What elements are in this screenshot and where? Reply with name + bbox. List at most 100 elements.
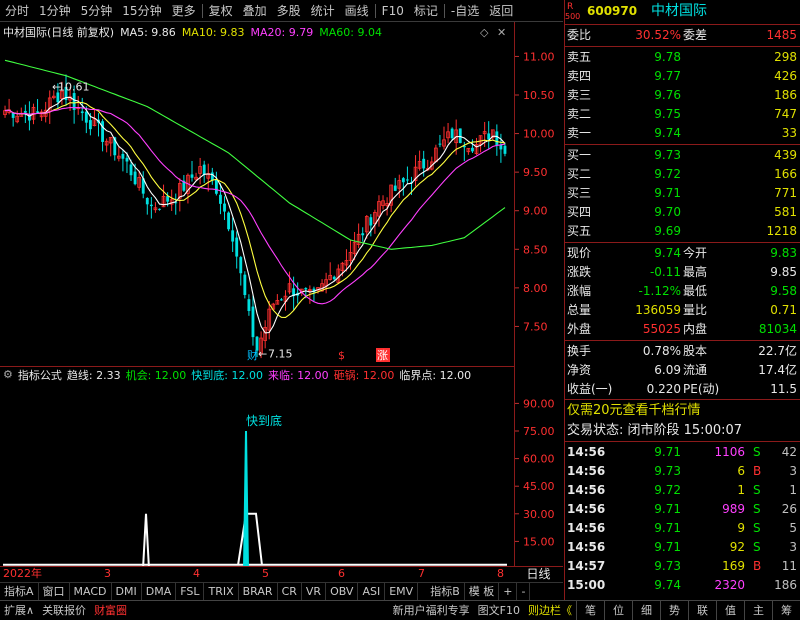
tick-volume: 9	[737, 521, 745, 535]
candle-body	[438, 143, 442, 145]
status-bar: 扩展∧ 关联报价 财富圈 新用户福利专享 图文F10 则边栏《笔位细势联值主筹	[0, 600, 800, 620]
tick-time: 14:56	[567, 540, 606, 554]
indicator-tab-16[interactable]: -	[517, 582, 531, 601]
toolbar-btn-1[interactable]: 1分钟	[34, 0, 76, 22]
toolbar-btn-11[interactable]: 标记	[409, 0, 443, 22]
status-right-2[interactable]: 则边栏《	[524, 601, 576, 620]
ll-value: 来临: 12.00	[267, 368, 329, 382]
tick-price: 9.71	[654, 540, 681, 554]
nav-tab-0[interactable]: 笔	[576, 600, 604, 620]
toolbar-btn-5[interactable]: 复权	[204, 0, 238, 22]
bid-label: 买三	[567, 186, 592, 200]
quote-header: R 500 600970 中材国际	[565, 2, 800, 21]
weibi-value: 30.52%	[635, 28, 681, 42]
indicator-tab-5[interactable]: FSL	[176, 582, 205, 601]
nav-tab-7[interactable]: 筹	[772, 600, 800, 620]
indicator-tab-4[interactable]: DMA	[142, 582, 177, 601]
ask-price: 9.78	[654, 50, 681, 64]
tick-count: 42	[781, 445, 797, 459]
status-left-1[interactable]: 关联报价	[38, 601, 90, 620]
toolbar-btn-2[interactable]: 5分钟	[76, 0, 118, 22]
stat-value: 9.85	[770, 265, 797, 279]
toolbar-btn-8[interactable]: 统计	[306, 0, 340, 22]
tick-volume: 2320	[714, 578, 745, 592]
indicator-tab-12[interactable]: EMV	[385, 582, 419, 601]
indicator-tab-6[interactable]: TRIX	[204, 582, 239, 601]
close-icon[interactable]: ✕	[497, 26, 506, 39]
tick-time: 14:56	[567, 483, 606, 497]
status-right-0[interactable]: 新用户福利专享	[389, 601, 474, 620]
indicator-tab-14[interactable]: 模 板	[465, 582, 500, 601]
kline-chart[interactable]: 10.61←← 7.15财 $ 涨	[0, 41, 514, 365]
stat-row-1: 涨跌 -0.11 最高 9.85	[565, 263, 800, 282]
indicator-tab-2[interactable]: MACD	[70, 582, 112, 601]
toolbar-btn-10[interactable]: F10	[377, 0, 409, 22]
high-price-mark: 10.61	[58, 81, 90, 94]
nav-tab-6[interactable]: 主	[744, 600, 772, 620]
bid-row-3: 买四 9.70 581	[565, 203, 800, 222]
status-left-2[interactable]: 财富圈	[90, 601, 131, 620]
tick-row-6: 14:57 9.73 169 B 11	[565, 557, 800, 576]
nav-tab-1[interactable]: 位	[604, 600, 632, 620]
indicator-tab-7[interactable]: BRAR	[239, 582, 278, 601]
price-tick-label: 11.00	[523, 50, 555, 63]
toolbar-btn-13[interactable]: 返回	[484, 0, 518, 22]
tick-price: 9.72	[654, 483, 681, 497]
candle-body	[223, 203, 226, 212]
indicator-tab-8[interactable]: CR	[278, 582, 302, 601]
stat-label: 总量	[567, 303, 592, 317]
candle-body	[84, 111, 88, 123]
candle-body	[202, 164, 206, 175]
toolbar-btn-0[interactable]: 分时	[0, 0, 34, 22]
indicator-tab-1[interactable]: 窗口	[39, 582, 70, 601]
status-left-0[interactable]: 扩展∧	[0, 601, 38, 620]
status-right-1[interactable]: 图文F10	[474, 601, 524, 620]
toolbar-btn-4[interactable]: 更多	[167, 0, 201, 22]
indicator-tab-9[interactable]: VR	[302, 582, 327, 601]
indicator-tab-15[interactable]: +	[499, 582, 518, 601]
nav-tab-4[interactable]: 联	[688, 600, 716, 620]
nav-tab-5[interactable]: 值	[716, 600, 744, 620]
candle-body	[247, 299, 251, 311]
tick-volume: 169	[722, 559, 745, 573]
plateau-1	[237, 512, 263, 566]
spike-1	[142, 513, 150, 566]
kdd-value: 快到底: 12.00	[191, 368, 263, 382]
toolbar-btn-7[interactable]: 多股	[272, 0, 306, 22]
toolbar-btn-9[interactable]: 画线	[340, 0, 374, 22]
bid-row-1: 买二 9.72 166	[565, 165, 800, 184]
candle-body	[219, 194, 222, 204]
tick-price: 9.71	[654, 502, 681, 516]
toolbar-btn-12[interactable]: -自选	[446, 0, 484, 22]
period-label[interactable]: 日线	[514, 566, 563, 582]
indicator-chart[interactable]: 快到底	[0, 382, 514, 566]
indicator-name: 指标公式	[17, 368, 62, 382]
nav-tab-3[interactable]: 势	[660, 600, 688, 620]
bid-price: 9.73	[654, 148, 681, 162]
divider	[565, 144, 800, 145]
nav-tab-2[interactable]: 细	[632, 600, 660, 620]
stat-row-3: 总量 136059 量比 0.71	[565, 301, 800, 320]
month-label-8: 8	[497, 567, 504, 580]
stat-value: 0.78%	[642, 344, 681, 358]
toolbar-btn-3[interactable]: 15分钟	[117, 0, 166, 22]
indicator-tab-13[interactable]: 指标B	[426, 582, 465, 601]
indicator-tab-0[interactable]: 指标A	[0, 582, 39, 601]
month-label-6: 6	[338, 567, 345, 580]
tick-count: 11	[781, 559, 797, 573]
tick-row-4: 14:56 9.71 9 S 5	[565, 519, 800, 538]
tick-volume: 1106	[714, 445, 745, 459]
ask-label: 卖一	[567, 126, 592, 140]
stat-label: 最低	[683, 284, 708, 298]
promo-row[interactable]: 仅需20元查看千档行情	[565, 401, 800, 420]
toolbar-btn-6[interactable]: 叠加	[238, 0, 272, 22]
diamond-icon[interactable]: ◇	[480, 26, 488, 39]
price-tick-label: 9.00	[523, 205, 548, 218]
indicator-tab-3[interactable]: DMI	[112, 582, 142, 601]
settings-icon[interactable]: ⚙	[3, 368, 13, 381]
candle-body	[80, 111, 84, 114]
indicator-tab-10[interactable]: OBV	[326, 582, 359, 601]
tick-volume: 92	[729, 540, 745, 554]
bid-volume: 1218	[766, 224, 797, 238]
indicator-tab-11[interactable]: ASI	[358, 582, 386, 601]
